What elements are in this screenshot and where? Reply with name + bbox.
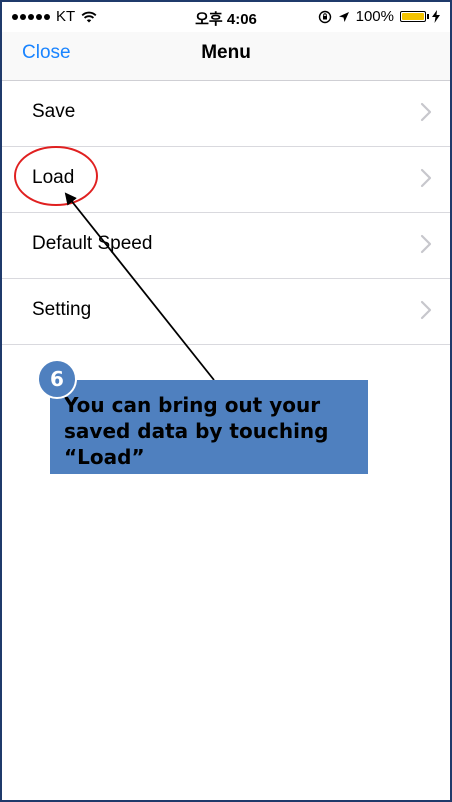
annotation-callout: You can bring out your saved data by tou… bbox=[50, 380, 368, 474]
menu-item-label: Default Speed bbox=[32, 233, 153, 254]
rotation-lock-icon bbox=[318, 10, 331, 23]
battery-percent: 100% bbox=[355, 8, 394, 25]
location-arrow-icon bbox=[338, 11, 349, 22]
menu-item-default-speed[interactable]: Default Speed bbox=[2, 213, 450, 279]
chevron-right-icon bbox=[420, 300, 432, 320]
battery-icon bbox=[400, 11, 429, 22]
menu-item-label: Setting bbox=[32, 299, 92, 320]
charging-bolt-icon bbox=[432, 10, 440, 23]
chevron-right-icon bbox=[420, 168, 432, 188]
menu-item-label: Load bbox=[32, 167, 75, 188]
page-title: Menu bbox=[201, 42, 251, 63]
status-right: 100% bbox=[318, 8, 440, 25]
step-number-badge: 6 bbox=[37, 359, 77, 399]
menu-list: Save Load Default Speed Setting bbox=[2, 81, 450, 345]
nav-bar: Close Menu bbox=[2, 32, 450, 81]
menu-item-setting[interactable]: Setting bbox=[2, 279, 450, 345]
battery-fill bbox=[402, 13, 424, 20]
chevron-right-icon bbox=[420, 234, 432, 254]
chevron-right-icon bbox=[420, 102, 432, 122]
status-bar: KT 오후 4:06 100% bbox=[2, 2, 450, 32]
menu-item-label: Save bbox=[32, 101, 76, 122]
screenshot-frame: KT 오후 4:06 100% Close Menu Save Load Def… bbox=[0, 0, 452, 802]
menu-item-save[interactable]: Save bbox=[2, 81, 450, 147]
menu-item-load[interactable]: Load bbox=[2, 147, 450, 213]
